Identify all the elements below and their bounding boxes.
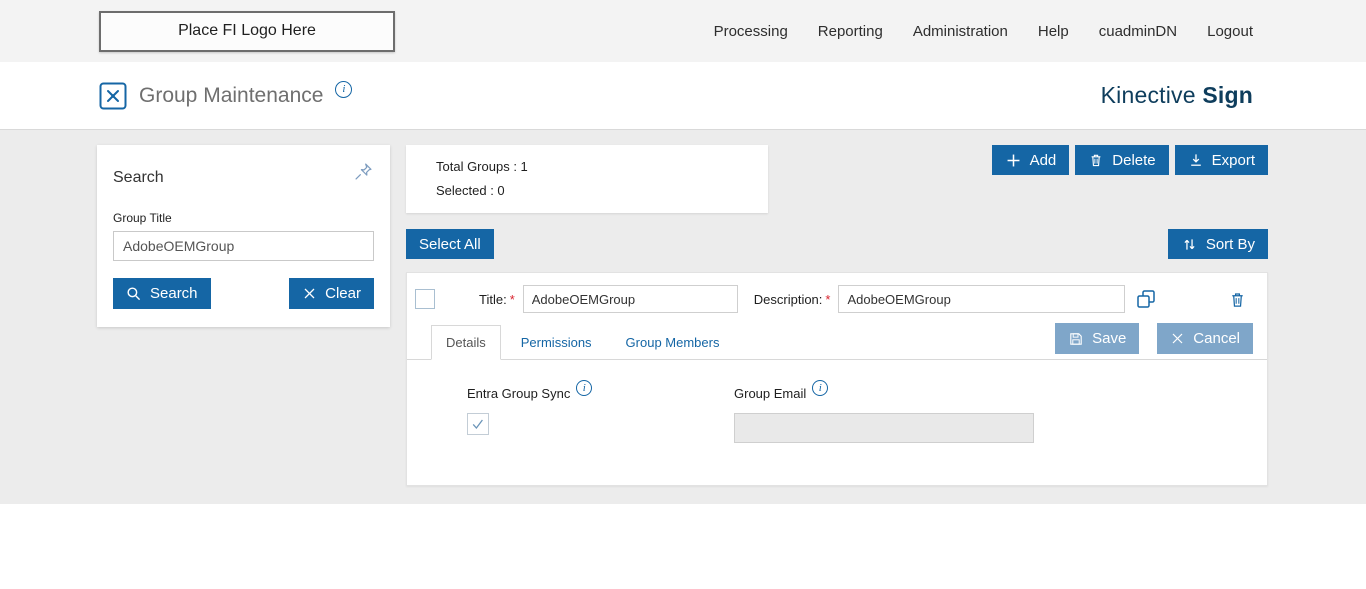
tab-details[interactable]: Details	[431, 325, 501, 360]
nav-item-username[interactable]: cuadminDN	[1099, 23, 1177, 40]
search-icon	[127, 286, 141, 300]
export-button[interactable]: Export	[1174, 145, 1268, 175]
search-button[interactable]: Search	[113, 278, 211, 309]
nav-item-logout[interactable]: Logout	[1207, 23, 1253, 40]
description-label: Description: *	[753, 291, 831, 307]
save-icon	[1070, 332, 1082, 345]
row-select-checkbox[interactable]	[415, 289, 435, 309]
entra-group-sync-checkbox[interactable]	[467, 413, 489, 435]
delete-button[interactable]: Delete	[1075, 145, 1169, 175]
top-navigation: Processing Reporting Administration Help…	[714, 23, 1253, 40]
clear-button-label: Clear	[325, 285, 361, 302]
brand-regular: Kinective	[1100, 82, 1196, 108]
fi-logo-placeholder: Place FI Logo Here	[99, 10, 395, 52]
fi-logo-text: Place FI Logo Here	[178, 22, 316, 39]
check-icon	[472, 419, 483, 430]
content-area: Search Group Title Search	[0, 130, 1366, 504]
main-column: Total Groups : 1 Selected : 0 Add Delete…	[406, 145, 1268, 486]
sort-arrows-icon	[1184, 238, 1195, 250]
nav-item-reporting[interactable]: Reporting	[818, 23, 883, 40]
brand-bold: Sign	[1202, 82, 1253, 108]
group-title-input[interactable]	[113, 231, 374, 261]
group-email-label: Group Email i	[734, 380, 1034, 401]
search-panel-title: Search	[113, 169, 164, 186]
select-all-button[interactable]: Select All	[406, 229, 494, 259]
delete-button-label: Delete	[1112, 151, 1156, 169]
copy-icon	[1137, 290, 1156, 308]
group-row-card: Title:* Description:*	[406, 272, 1268, 486]
clear-button[interactable]: Clear	[289, 278, 374, 309]
x-icon	[304, 288, 315, 299]
group-toolbar: Add Delete Export	[991, 145, 1268, 175]
search-panel: Search Group Title Search	[97, 145, 390, 327]
description-input[interactable]	[838, 285, 1126, 313]
x-icon	[1172, 333, 1183, 344]
title-input[interactable]	[522, 285, 738, 313]
download-icon	[1190, 154, 1201, 166]
nav-item-help[interactable]: Help	[1038, 23, 1069, 40]
plus-icon	[1007, 154, 1020, 166]
search-button-label: Search	[150, 285, 198, 302]
group-email-info-icon[interactable]: i	[812, 380, 829, 396]
summary-card: Total Groups : 1 Selected : 0	[406, 145, 768, 213]
details-tab-content: Entra Group Sync i Group Email i	[407, 360, 1267, 485]
description-required-mark: *	[825, 291, 831, 307]
brand-logo: Kinective Sign	[1101, 82, 1253, 109]
cancel-button-label: Cancel	[1193, 330, 1240, 347]
page-info-icon[interactable]: i	[335, 81, 353, 98]
maintenance-icon	[99, 82, 127, 109]
selected-count-text: Selected : 0	[436, 183, 505, 198]
row-delete-button[interactable]	[1228, 290, 1247, 309]
group-tabs: Details Permissions Group Members Save C…	[407, 323, 1267, 360]
group-title-label: Group Title	[113, 211, 172, 225]
add-button-label: Add	[1029, 151, 1057, 169]
entra-info-icon[interactable]: i	[576, 380, 593, 396]
cancel-button[interactable]: Cancel	[1157, 323, 1253, 354]
sort-by-button[interactable]: Sort By	[1167, 229, 1268, 259]
pin-icon[interactable]	[353, 161, 374, 182]
save-button[interactable]: Save	[1055, 323, 1140, 354]
top-bar: Place FI Logo Here Processing Reporting …	[0, 0, 1366, 62]
entra-group-sync-label: Entra Group Sync i	[467, 380, 734, 401]
export-button-label: Export	[1211, 151, 1255, 169]
page-title: Group Maintenance	[139, 83, 324, 107]
title-label: Title: *	[479, 291, 515, 307]
copy-button[interactable]	[1135, 288, 1157, 310]
select-all-label: Select All	[419, 235, 481, 253]
page-header: Group Maintenance i Kinective Sign	[0, 62, 1366, 130]
sort-by-label: Sort By	[1205, 235, 1255, 253]
save-button-label: Save	[1092, 330, 1127, 347]
nav-item-administration[interactable]: Administration	[913, 23, 1008, 40]
trash-icon	[1091, 154, 1101, 167]
add-button[interactable]: Add	[991, 145, 1070, 175]
group-row-header: Title:* Description:*	[407, 273, 1267, 313]
trash-icon	[1232, 292, 1243, 307]
tab-permissions[interactable]: Permissions	[507, 326, 606, 359]
total-groups-text: Total Groups : 1	[436, 159, 528, 174]
title-required-mark: *	[509, 291, 515, 307]
tab-group-members[interactable]: Group Members	[612, 326, 734, 359]
nav-item-processing[interactable]: Processing	[714, 23, 788, 40]
group-email-input	[734, 413, 1034, 443]
